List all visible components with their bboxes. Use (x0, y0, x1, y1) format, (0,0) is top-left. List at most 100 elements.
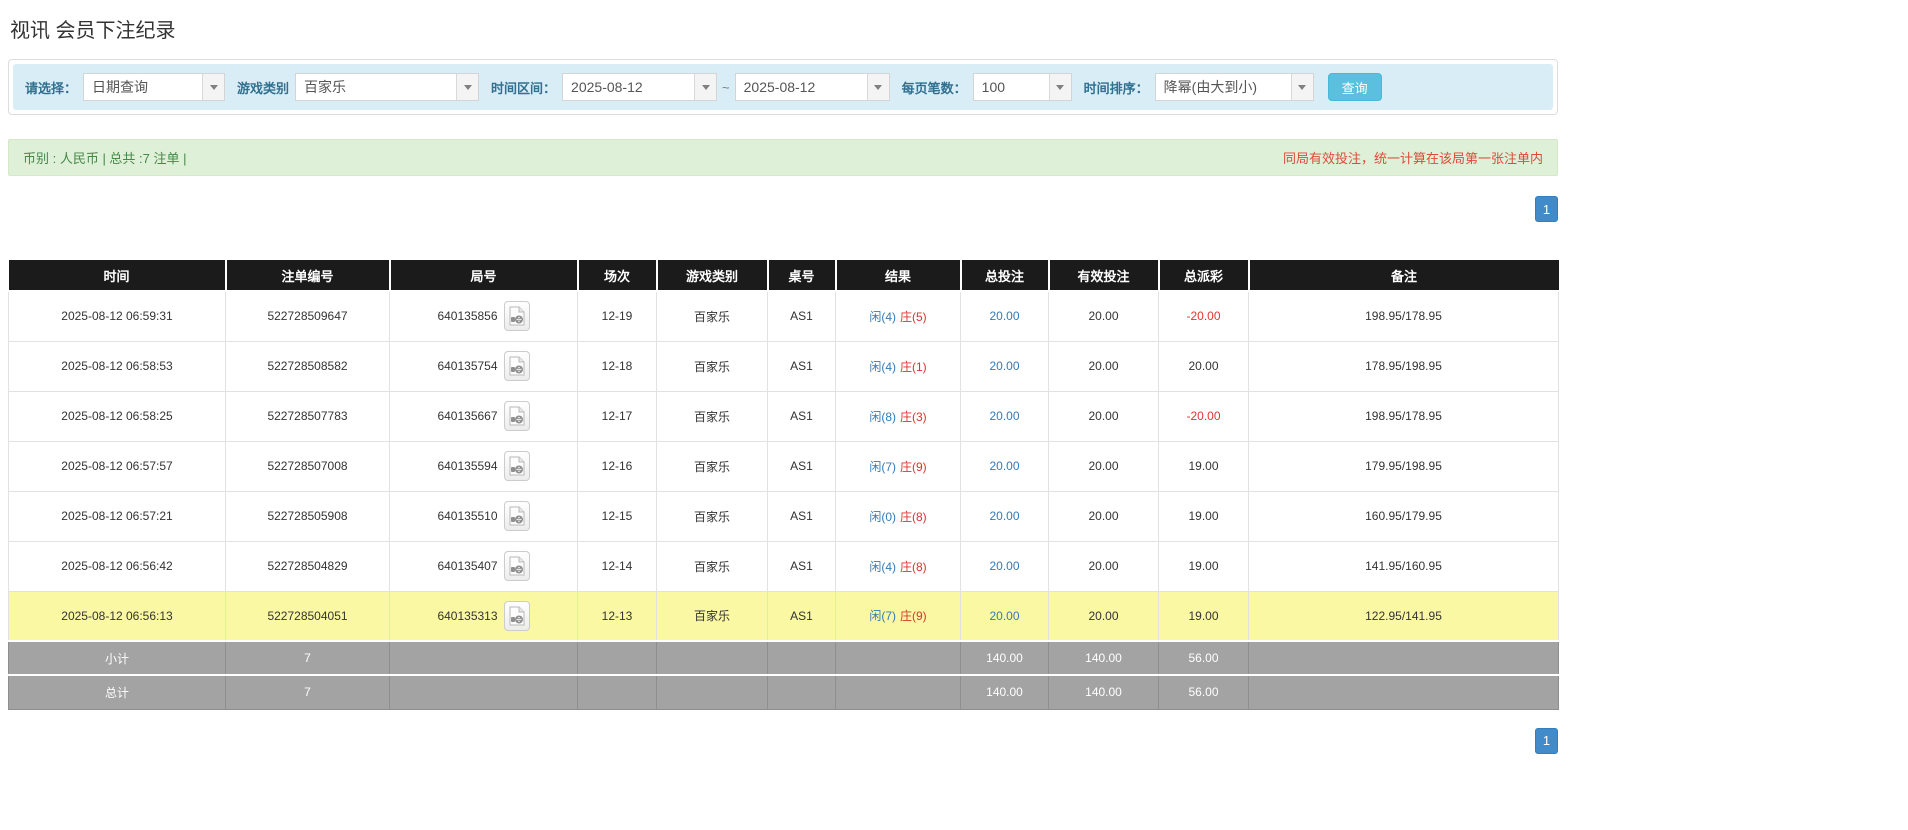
video-record-button[interactable] (504, 501, 530, 531)
table-header-row: 时间注单编号局号场次游戏类别桌号结果总投注有效投注总派彩备注 (9, 260, 1559, 291)
page-size-select[interactable]: 100 (973, 73, 1072, 101)
game-type: 百家乐 (657, 441, 768, 491)
total-row-empty-cell (768, 675, 836, 709)
total-bet-link[interactable]: 20.00 (989, 459, 1019, 473)
total-row-count: 7 (226, 675, 390, 709)
valid-bet: 20.00 (1049, 341, 1159, 391)
round-cell: 640135594 (390, 441, 578, 491)
header-note: 备注 (1249, 260, 1559, 291)
currency-total-text: 币别 : 人民币 | 总共 :7 注单 | (23, 148, 187, 167)
video-record-button[interactable] (504, 301, 530, 331)
total-bet-cell: 20.00 (961, 591, 1049, 641)
round-number: 640135313 (437, 609, 497, 623)
result-banker: 庄(8) (900, 560, 927, 574)
query-type-select[interactable]: 日期查询 (83, 73, 225, 101)
total-bet-cell: 20.00 (961, 491, 1049, 541)
table-row: 2025-08-12 06:56:42522728504829640135407… (9, 541, 1559, 591)
subtotal-row-empty-cell (657, 641, 768, 675)
session: 12-14 (578, 541, 657, 591)
result-cell: 闲(4)庄(1) (836, 341, 961, 391)
chevron-down-icon[interactable] (1049, 74, 1071, 100)
result-player: 闲(8) (869, 410, 896, 424)
bet-id: 522728507008 (226, 441, 390, 491)
header-time: 时间 (9, 260, 226, 291)
chevron-down-icon[interactable] (456, 74, 478, 100)
bet-time: 2025-08-12 06:59:31 (9, 291, 226, 341)
result-player: 闲(7) (869, 609, 896, 623)
payout: 19.00 (1159, 541, 1249, 591)
result-cell: 闲(4)庄(8) (836, 541, 961, 591)
bet-time: 2025-08-12 06:56:13 (9, 591, 226, 641)
date-to-value: 2025-08-12 (736, 74, 867, 100)
table-row: 2025-08-12 06:57:21522728505908640135510… (9, 491, 1559, 541)
note: 141.95/160.95 (1249, 541, 1559, 591)
bet-time: 2025-08-12 06:58:53 (9, 341, 226, 391)
total-bet-link[interactable]: 20.00 (989, 309, 1019, 323)
note: 179.95/198.95 (1249, 441, 1559, 491)
video-file-icon (508, 606, 526, 626)
session: 12-18 (578, 341, 657, 391)
page-button-1[interactable]: 1 (1535, 728, 1558, 754)
game-type-select[interactable]: 百家乐 (295, 73, 479, 101)
date-from-value: 2025-08-12 (563, 74, 694, 100)
payout: -20.00 (1159, 391, 1249, 441)
game-type: 百家乐 (657, 591, 768, 641)
page-title: 视讯 会员下注纪录 (10, 14, 1558, 43)
pagination-top: 1 (8, 196, 1558, 222)
sort-order-select[interactable]: 降幂(由大到小) (1155, 73, 1314, 101)
round-cell: 640135313 (390, 591, 578, 641)
table-number: AS1 (768, 291, 836, 341)
note: 198.95/178.95 (1249, 391, 1559, 441)
bet-time: 2025-08-12 06:56:42 (9, 541, 226, 591)
bet-id: 522728508582 (226, 341, 390, 391)
chevron-down-icon[interactable] (202, 74, 224, 100)
game-type: 百家乐 (657, 491, 768, 541)
video-record-button[interactable] (504, 351, 530, 381)
summary-bar: 币别 : 人民币 | 总共 :7 注单 | 同局有效投注，统一计算在该局第一张注… (8, 139, 1558, 176)
video-record-button[interactable] (504, 601, 530, 631)
query-button[interactable]: 查询 (1328, 73, 1382, 101)
subtotal-row-payout: 56.00 (1159, 641, 1249, 675)
video-record-button[interactable] (504, 451, 530, 481)
date-to-select[interactable]: 2025-08-12 (735, 73, 890, 101)
total-bet-link[interactable]: 20.00 (989, 559, 1019, 573)
total-bet-link[interactable]: 20.00 (989, 609, 1019, 623)
header-payout: 总派彩 (1159, 260, 1249, 291)
payout: 19.00 (1159, 441, 1249, 491)
video-record-button[interactable] (504, 401, 530, 431)
bet-records-table: 时间注单编号局号场次游戏类别桌号结果总投注有效投注总派彩备注 2025-08-1… (8, 260, 1559, 710)
video-file-icon (508, 306, 526, 326)
header-result: 结果 (836, 260, 961, 291)
payout: -20.00 (1159, 291, 1249, 341)
chevron-down-icon[interactable] (694, 74, 716, 100)
game-type: 百家乐 (657, 541, 768, 591)
filter-panel: 请选择： 日期查询 游戏类别 百家乐 时间区间： 2025-08-12 ~ 20… (8, 59, 1558, 115)
session: 12-13 (578, 591, 657, 641)
video-record-button[interactable] (504, 551, 530, 581)
total-bet-link[interactable]: 20.00 (989, 359, 1019, 373)
header-bet-id: 注单编号 (226, 260, 390, 291)
session: 12-15 (578, 491, 657, 541)
total-bet-cell: 20.00 (961, 291, 1049, 341)
page-button-1[interactable]: 1 (1535, 196, 1558, 222)
chevron-down-icon[interactable] (867, 74, 889, 100)
total-row-empty-cell (1249, 675, 1559, 709)
bet-id: 522728504051 (226, 591, 390, 641)
total-bet-link[interactable]: 20.00 (989, 509, 1019, 523)
total-row-valid-bet: 140.00 (1049, 675, 1159, 709)
note: 122.95/141.95 (1249, 591, 1559, 641)
bet-time: 2025-08-12 06:58:25 (9, 391, 226, 441)
bet-id: 522728509647 (226, 291, 390, 341)
round-number: 640135510 (437, 509, 497, 523)
chevron-down-icon[interactable] (1291, 74, 1313, 100)
result-player: 闲(7) (869, 460, 896, 474)
round-number: 640135594 (437, 459, 497, 473)
subtotal-row: 小计7140.00140.0056.00 (9, 641, 1559, 675)
result-banker: 庄(8) (900, 510, 927, 524)
note: 198.95/178.95 (1249, 291, 1559, 341)
bet-time: 2025-08-12 06:57:21 (9, 491, 226, 541)
date-from-select[interactable]: 2025-08-12 (562, 73, 717, 101)
valid-bet: 20.00 (1049, 591, 1159, 641)
header-session: 场次 (578, 260, 657, 291)
total-bet-link[interactable]: 20.00 (989, 409, 1019, 423)
